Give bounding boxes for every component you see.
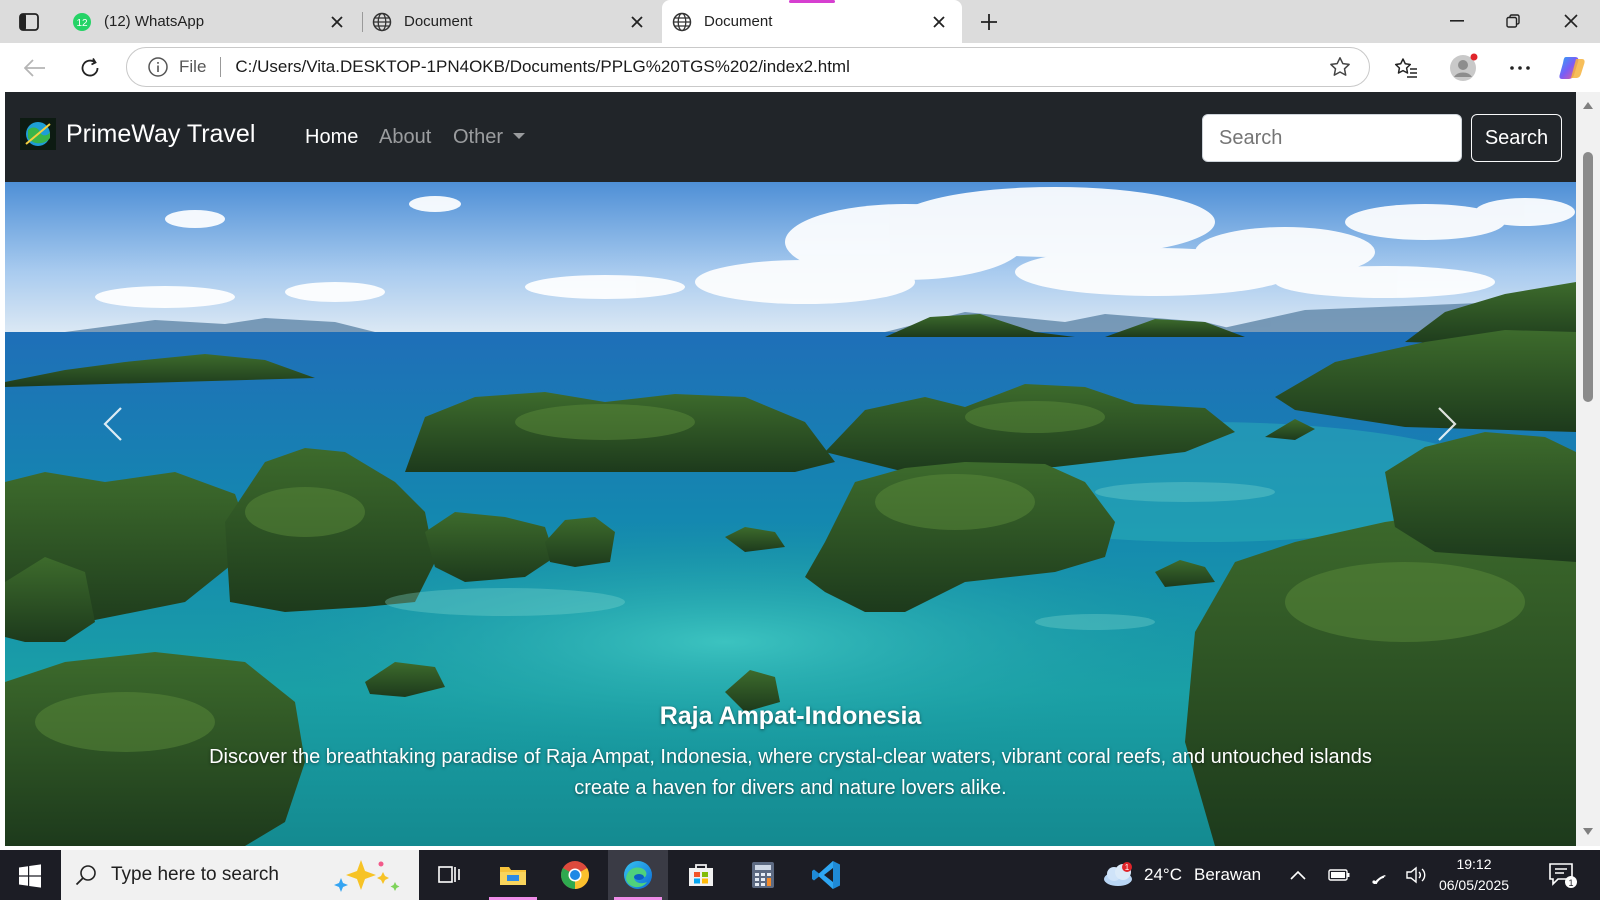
info-icon[interactable]	[147, 56, 169, 78]
page-scrollbar[interactable]	[1576, 92, 1600, 846]
edge-icon[interactable]	[608, 850, 668, 900]
svg-text:1: 1	[1125, 863, 1130, 872]
carousel-caption-title: Raja Ampat-Indonesia	[659, 702, 922, 730]
tab-title: Document	[704, 13, 773, 30]
search-input[interactable]	[1202, 114, 1462, 162]
divider	[220, 57, 222, 77]
address-bar[interactable]: File C:/Users/Vita.DESKTOP-1PN4OKB/Docum…	[126, 47, 1370, 87]
nav-link-home[interactable]: Home	[305, 126, 358, 149]
weather-condition: Berawan	[1193, 865, 1262, 884]
tab-whatsapp[interactable]: 12 (12) WhatsApp	[64, 0, 356, 43]
taskbar-search-placeholder: Type here to search	[111, 864, 279, 885]
clock-time: 19:12	[1456, 856, 1492, 872]
task-view-icon[interactable]	[420, 850, 480, 900]
close-tab-icon[interactable]	[326, 11, 348, 33]
restore-icon[interactable]	[1498, 8, 1528, 34]
calculator-icon[interactable]	[733, 850, 793, 900]
taskbar-clock[interactable]: 19:12 06/05/2025	[1432, 854, 1516, 896]
volume-icon[interactable]	[1406, 850, 1428, 900]
search-icon	[75, 864, 97, 886]
tab-title: (12) WhatsApp	[104, 13, 205, 30]
globe-icon	[372, 12, 392, 32]
brand-link[interactable]: PrimeWay Travel	[20, 118, 255, 150]
svg-text:12: 12	[76, 18, 88, 29]
favorites-icon[interactable]	[1390, 52, 1422, 84]
page-viewport: PrimeWay Travel Home About Other Search	[5, 92, 1576, 846]
copilot-icon[interactable]	[1556, 52, 1588, 84]
favorite-star-icon[interactable]	[1329, 56, 1351, 78]
carousel-prev-icon[interactable]	[103, 406, 143, 466]
taskbar-search-box[interactable]: Type here to search	[61, 850, 419, 900]
nav-dropdown-other[interactable]: Other	[453, 126, 526, 149]
show-hidden-icons-icon[interactable]	[1290, 850, 1306, 900]
vscode-icon[interactable]	[796, 850, 856, 900]
close-tab-icon[interactable]	[928, 11, 950, 33]
carousel-next-icon[interactable]	[1437, 406, 1477, 466]
nav-link-about[interactable]: About	[379, 126, 431, 149]
globe-icon	[672, 12, 692, 32]
weather-widget[interactable]: 1 24°C Berawan	[1102, 850, 1261, 900]
scroll-down-icon[interactable]	[1583, 828, 1593, 835]
brand-name: PrimeWay Travel	[66, 119, 256, 148]
file-explorer-icon[interactable]	[483, 850, 543, 900]
chrome-icon[interactable]	[545, 850, 605, 900]
minimize-icon[interactable]	[1442, 8, 1472, 34]
windows-taskbar: Type here to search 1 24°C Berawan 19:12…	[0, 850, 1600, 900]
tab-document-1[interactable]: Document	[364, 0, 656, 43]
weather-cloud-icon: 1	[1102, 862, 1134, 888]
weather-temperature: 24°C	[1144, 865, 1182, 884]
tab-title: Document	[404, 13, 473, 30]
nav-dropdown-label: Other	[453, 126, 504, 148]
sidebar-toggle-icon[interactable]	[16, 10, 42, 34]
new-tab-icon[interactable]	[976, 10, 1002, 34]
notification-center-icon[interactable]: 1	[1548, 850, 1578, 900]
wifi-icon[interactable]	[1368, 850, 1390, 900]
tab-document-2[interactable]: Document	[662, 0, 962, 43]
svg-text:1: 1	[1568, 878, 1573, 888]
carousel: Raja Ampat-Indonesia Discover the breath…	[5, 182, 1576, 846]
close-window-icon[interactable]	[1556, 8, 1586, 34]
url-scheme-label: File	[179, 57, 207, 76]
site-navbar: PrimeWay Travel Home About Other Search	[5, 92, 1576, 182]
scrollbar-thumb[interactable]	[1583, 152, 1593, 402]
tab-separator	[362, 12, 363, 32]
back-icon[interactable]	[19, 52, 51, 84]
clock-date: 06/05/2025	[1438, 877, 1510, 893]
profile-avatar[interactable]	[1447, 52, 1479, 84]
browser-toolbar: File C:/Users/Vita.DESKTOP-1PN4OKB/Docum…	[0, 43, 1600, 92]
microsoft-store-icon[interactable]	[671, 850, 731, 900]
windows-start-icon[interactable]	[18, 864, 42, 888]
sparkles-icon	[333, 858, 403, 892]
scroll-up-icon[interactable]	[1583, 102, 1593, 109]
battery-icon[interactable]	[1328, 850, 1350, 900]
browser-tab-strip: 12 (12) WhatsApp Document Document	[0, 0, 1600, 43]
chevron-down-icon	[513, 133, 526, 139]
close-tab-icon[interactable]	[626, 11, 648, 33]
more-options-icon[interactable]	[1504, 52, 1536, 84]
brand-logo-icon	[20, 118, 56, 150]
search-button[interactable]: Search	[1471, 114, 1562, 162]
whatsapp-icon: 12	[72, 12, 92, 32]
reload-icon[interactable]	[74, 52, 106, 84]
url-text[interactable]: C:/Users/Vita.DESKTOP-1PN4OKB/Documents/…	[235, 57, 849, 77]
carousel-caption-text: Discover the breathtaking paradise of Ra…	[209, 746, 1372, 799]
